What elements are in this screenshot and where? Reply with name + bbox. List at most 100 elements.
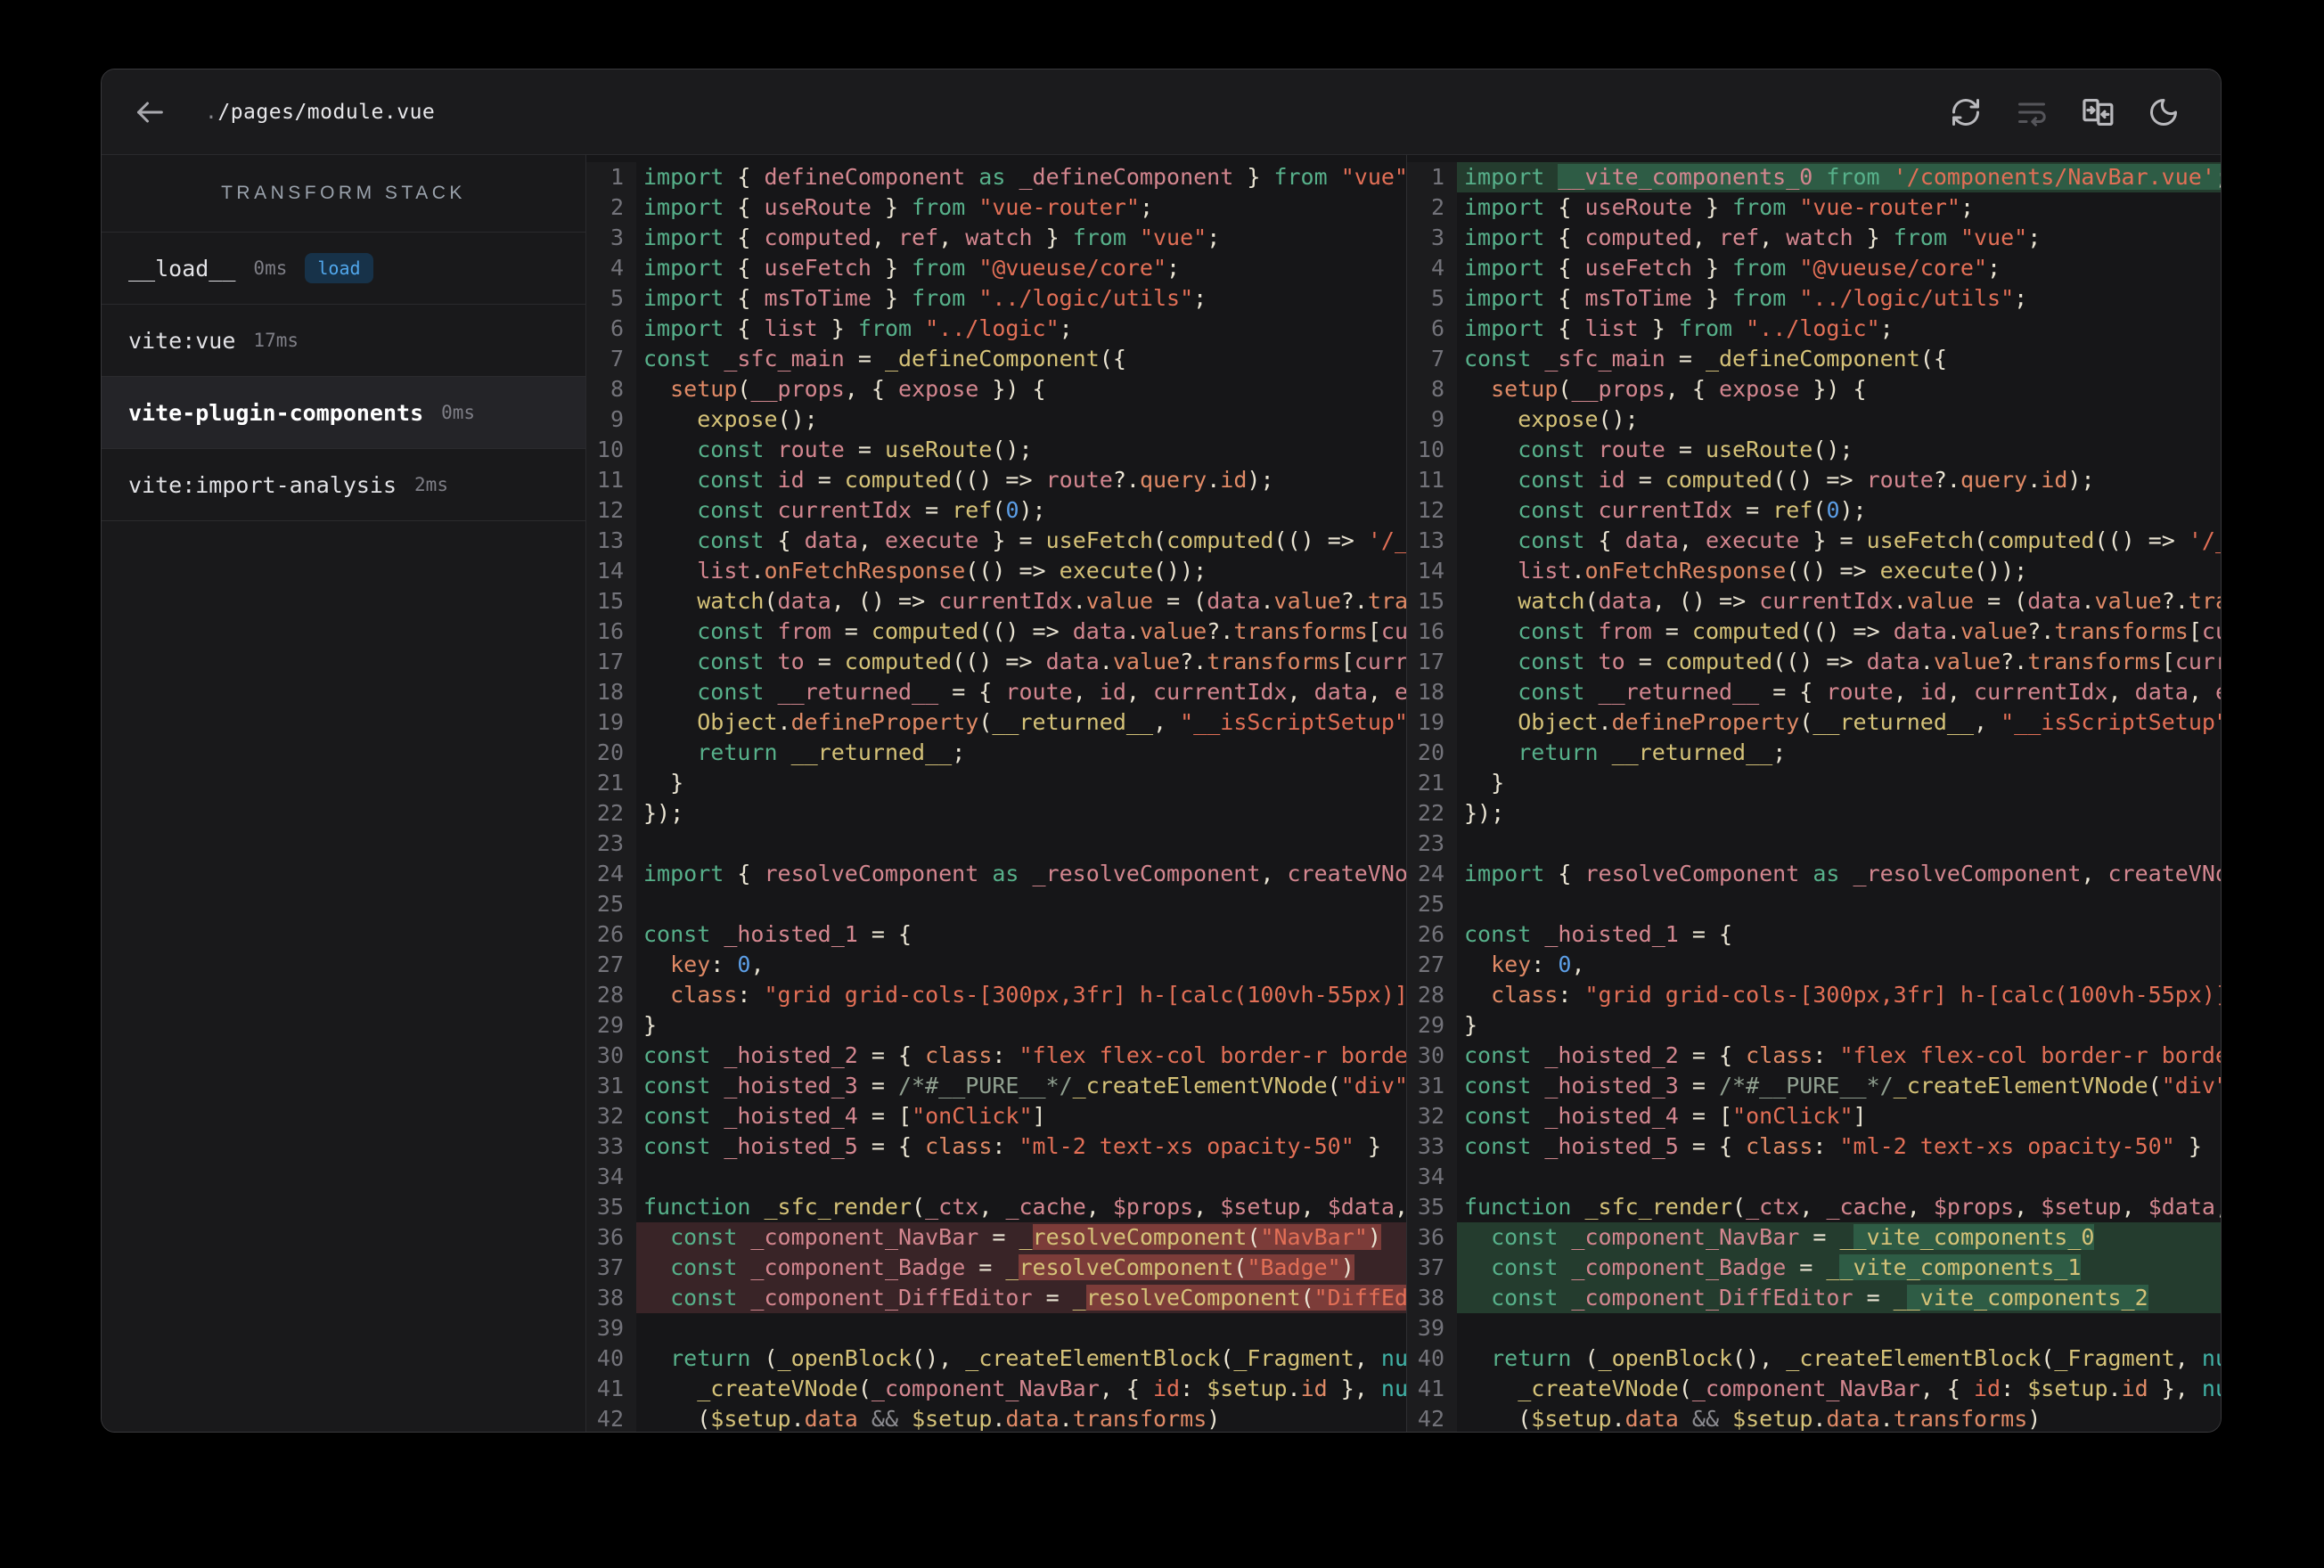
dark-mode-button[interactable] <box>2146 94 2181 130</box>
line-number: 32 <box>586 1101 636 1131</box>
code-text: const _sfc_main = _defineComponent({ <box>643 346 1126 372</box>
code-line: 34 <box>586 1162 1406 1192</box>
sidebar-item-load[interactable]: __load__ 0ms load <box>102 233 585 305</box>
code-text: import { msToTime } from "../logic/utils… <box>643 285 1207 311</box>
code-line: 25 <box>1407 889 2221 919</box>
code-line: 15 watch(data, () => currentIdx.value = … <box>1407 586 2221 617</box>
code-line: 31 const _hoisted_3 = /*#__PURE__*/_creat… <box>586 1071 1406 1101</box>
code-line: 8 setup(__props, { expose }) { <box>586 374 1406 404</box>
line-number: 5 <box>1407 283 1457 314</box>
code-line: 38 const _component_DiffEditor = _resolv… <box>586 1283 1406 1313</box>
line-number: 12 <box>1407 495 1457 526</box>
line-number: 20 <box>1407 738 1457 768</box>
line-number: 25 <box>1407 889 1457 919</box>
code-line: 22}); <box>1407 798 2221 829</box>
line-number: 2 <box>586 192 636 223</box>
line-number: 26 <box>1407 919 1457 950</box>
code-line: 34 <box>1407 1162 2221 1192</box>
code-line: 22}); <box>586 798 1406 829</box>
sidebar-item-vite-vue[interactable]: vite:vue 17ms <box>102 305 585 377</box>
code-pane-before[interactable]: 1 import { defineComponent as _defineComp… <box>586 155 1406 1432</box>
code-line: 5 import { msToTime } from "../logic/util… <box>1407 283 2221 314</box>
back-button[interactable] <box>128 91 171 134</box>
code-text: const _hoisted_5 = { class: "ml-2 text-x… <box>1464 1133 2202 1159</box>
line-number: 8 <box>1407 374 1457 404</box>
plugin-time: 2ms <box>414 474 448 495</box>
code-text: setup(__props, { expose }) { <box>670 376 1046 402</box>
code-text: import { computed, ref, watch } from "vu… <box>1464 225 2042 250</box>
line-number: 22 <box>586 798 636 829</box>
code-line: 41 _createVNode(_component_NavBar, { id:… <box>1407 1374 2221 1404</box>
load-badge: load <box>305 253 373 283</box>
code-line: 14 list.onFetchResponse(() => execute())… <box>586 556 1406 586</box>
code-text: const route = useRoute(); <box>1518 437 1853 462</box>
code-line: 40 return (_openBlock(), _createElementB… <box>586 1343 1406 1374</box>
line-number: 39 <box>586 1313 636 1343</box>
refresh-icon <box>1952 98 1979 126</box>
code-text: list.onFetchResponse(() => execute()); <box>1518 558 2028 584</box>
code-line: 10 const route = useRoute(); <box>1407 435 2221 465</box>
line-number: 40 <box>1407 1343 1457 1374</box>
code-text: } <box>1464 770 1505 796</box>
line-number: 42 <box>586 1404 636 1432</box>
code-pane-after[interactable]: 1 import __vite_components_0 from '/compo… <box>1407 155 2221 1432</box>
code-line: 3 import { computed, ref, watch } from "v… <box>1407 223 2221 253</box>
code-text: import { useFetch } from "@vueuse/core"; <box>643 255 1181 281</box>
code-line: 17 const to = computed(() => data.value?… <box>586 647 1406 677</box>
code-text: const id = computed(() => route?.query.i… <box>1518 467 2095 493</box>
line-number: 29 <box>586 1010 636 1041</box>
code-line: 6 import { list } from "../logic"; <box>586 314 1406 344</box>
line-number: 13 <box>1407 526 1457 556</box>
plugin-time: 17ms <box>253 330 299 351</box>
code-line: 19 Object.defineProperty(__returned__, "… <box>1407 707 2221 738</box>
transform-stack-title: TRANSFORM STACK <box>102 155 585 233</box>
code-text: import { resolveComponent as _resolveCom… <box>1464 861 2221 886</box>
line-number: 21 <box>586 768 636 798</box>
line-number: 40 <box>586 1343 636 1374</box>
code-line: 31 const _hoisted_3 = /*#__PURE__*/_creat… <box>1407 1071 2221 1101</box>
line-number: 21 <box>1407 768 1457 798</box>
code-text: watch(data, () => currentIdx.value = (da… <box>697 588 1406 614</box>
code-line: 23 <box>586 829 1406 859</box>
code-line: 15 watch(data, () => currentIdx.value = … <box>586 586 1406 617</box>
code-line: 16 const from = computed(() => data.valu… <box>586 617 1406 647</box>
line-number: 10 <box>586 435 636 465</box>
line-number: 24 <box>586 859 636 889</box>
code-text: expose(); <box>697 406 818 432</box>
code-line: 11 const id = computed(() => route?.quer… <box>1407 465 2221 495</box>
line-number: 19 <box>1407 707 1457 738</box>
line-number: 18 <box>1407 677 1457 707</box>
code-text: const _hoisted_2 = { class: "flex flex-c… <box>643 1042 1406 1068</box>
line-number: 18 <box>586 677 636 707</box>
diff-panels-button[interactable] <box>2080 94 2115 130</box>
code-text: import { computed, ref, watch } from "vu… <box>643 225 1221 250</box>
line-wrap-button[interactable] <box>2014 94 2050 130</box>
line-number: 36 <box>586 1222 636 1253</box>
code-text: const __returned__ = { route, id, curren… <box>697 679 1406 705</box>
code-line: 3 import { computed, ref, watch } from "v… <box>586 223 1406 253</box>
page-title: ./pages/module.vue <box>205 101 435 124</box>
line-number: 17 <box>586 647 636 677</box>
code-line: 1 import __vite_components_0 from '/compo… <box>1407 162 2221 192</box>
code-text: expose(); <box>1518 406 1639 432</box>
code-text: const _hoisted_3 = /*#__PURE__*/_createE… <box>643 1073 1406 1098</box>
code-line: 19 Object.defineProperty(__returned__, "… <box>586 707 1406 738</box>
sidebar-item-vite-plugin-components[interactable]: vite-plugin-components 0ms <box>102 377 585 449</box>
line-number: 3 <box>1407 223 1457 253</box>
code-line: 38 const _component_DiffEditor = __vite_… <box>1407 1283 2221 1313</box>
plugin-name: vite:import-analysis <box>128 471 397 498</box>
code-line: 18 const __returned__ = { route, id, cur… <box>586 677 1406 707</box>
code-text: import { msToTime } from "../logic/utils… <box>1464 285 2028 311</box>
code-line: 36 const _component_NavBar = _resolveCom… <box>586 1222 1406 1253</box>
line-number: 15 <box>1407 586 1457 617</box>
refresh-button[interactable] <box>1948 94 1984 130</box>
code-text: return (_openBlock(), _createElementBloc… <box>670 1345 1406 1371</box>
code-text: }); <box>643 800 684 826</box>
code-line: 20 return __returned__; <box>1407 738 2221 768</box>
sidebar-item-vite-import-analysis[interactable]: vite:import-analysis 2ms <box>102 449 585 521</box>
code-line: 32 const _hoisted_4 = ["onClick"] <box>586 1101 1406 1131</box>
line-number: 41 <box>586 1374 636 1404</box>
line-number: 23 <box>586 829 636 859</box>
